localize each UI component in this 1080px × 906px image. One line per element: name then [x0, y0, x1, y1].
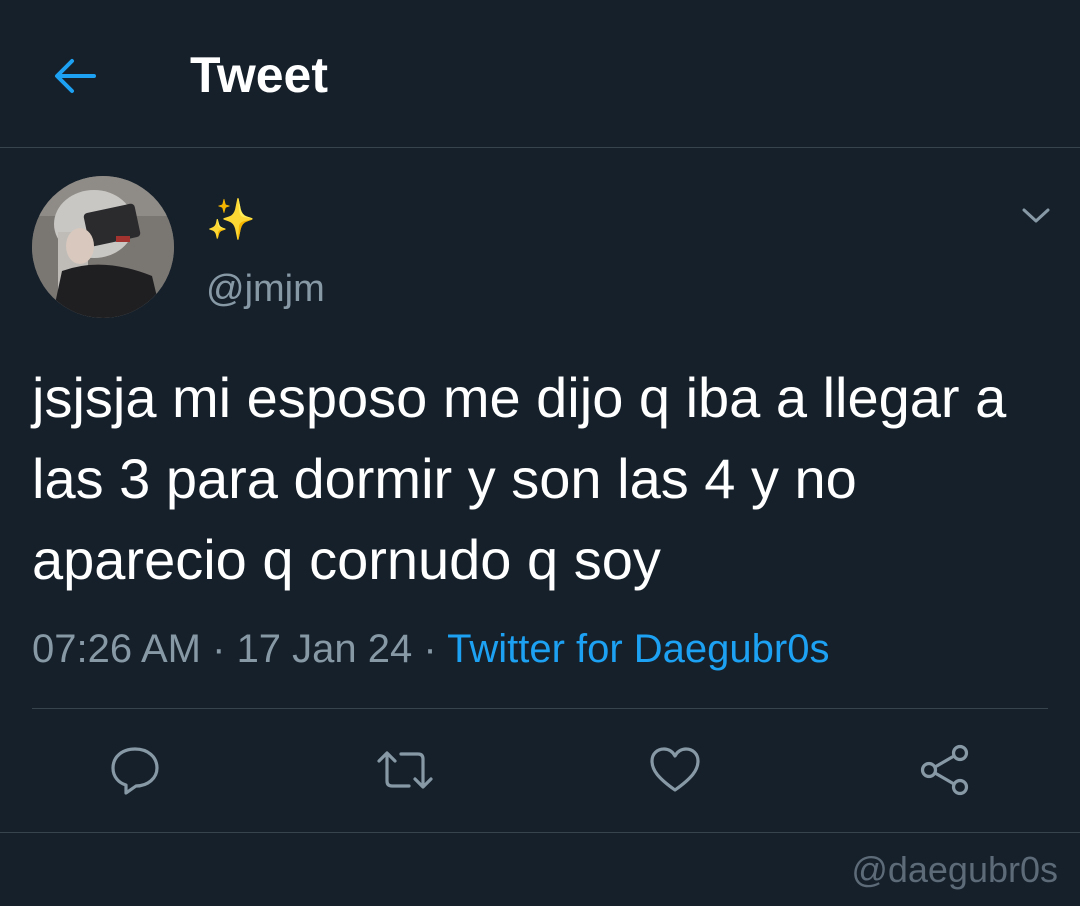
arrow-left-icon [55, 59, 96, 93]
like-button[interactable] [645, 740, 705, 800]
divider [0, 832, 1080, 833]
share-button[interactable] [915, 740, 975, 800]
tweet-time: 07:26 AM [32, 627, 202, 671]
tweet-actions-bar [0, 740, 1080, 800]
back-button[interactable] [46, 48, 102, 104]
share-icon [920, 744, 969, 796]
user-handle[interactable]: @jmjm [206, 266, 325, 312]
display-name[interactable]: ✨ [206, 196, 256, 244]
meta-separator: · [412, 627, 448, 671]
avatar[interactable] [32, 176, 174, 318]
watermark: @daegubr0s [851, 849, 1058, 890]
page-title: Tweet [190, 47, 328, 103]
divider [32, 708, 1048, 709]
retweet-icon [377, 751, 433, 789]
top-app-bar: Tweet [0, 0, 1080, 148]
tweet-date: 17 Jan 24 [236, 627, 413, 671]
meta-separator: · [201, 627, 237, 671]
tweet-text: jsjsja mi esposo me dijo q iba a llegar … [32, 366, 1007, 591]
tweet-meta: 07:26 AM · 17 Jan 24 · Twitter for Daegu… [32, 624, 829, 674]
reply-button[interactable] [105, 740, 165, 800]
heart-icon [650, 747, 700, 792]
tweet-menu-button[interactable] [1012, 196, 1060, 236]
avatar-photo [32, 176, 174, 318]
reply-icon [111, 747, 159, 795]
chevron-down-icon [1022, 208, 1050, 223]
retweet-button[interactable] [375, 740, 435, 800]
tweet-source-link[interactable]: Twitter for Daegubr0s [447, 627, 829, 671]
